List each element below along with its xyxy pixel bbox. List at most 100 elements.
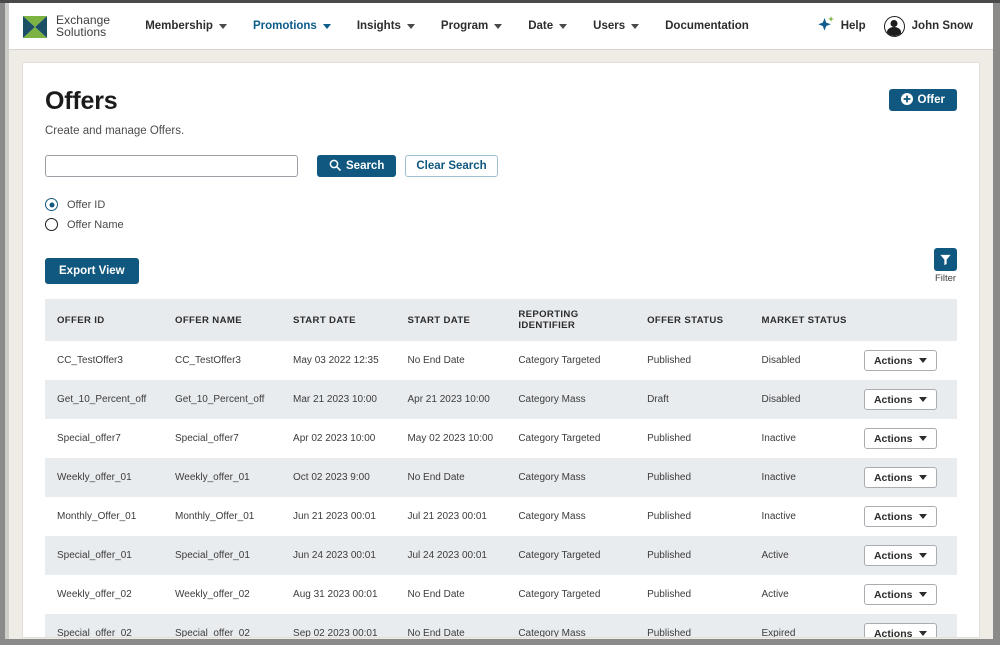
column-header-offer-status[interactable]: OFFER STATUS <box>635 299 749 341</box>
cell-actions: Actions <box>864 536 957 575</box>
cell-end-date: No End Date <box>395 458 506 497</box>
cell-reporting-identifier: Category Targeted <box>506 419 635 458</box>
cell-market-status: Inactive <box>750 458 864 497</box>
new-offer-button[interactable]: Offer <box>889 89 957 111</box>
actions-button-label: Actions <box>874 355 913 367</box>
nav-item-program[interactable]: Program <box>428 14 515 38</box>
plus-circle-icon <box>901 93 913 108</box>
column-header-offer-name[interactable]: OFFER NAME <box>163 299 281 341</box>
nav-item-label: Membership <box>145 20 213 32</box>
actions-button[interactable]: Actions <box>864 389 938 410</box>
cell-market-status: Expired <box>750 614 864 638</box>
nav-item-date[interactable]: Date <box>515 14 580 38</box>
user-menu[interactable]: John Snow <box>884 16 973 37</box>
export-view-button[interactable]: Export View <box>45 258 139 284</box>
radio-button-selected-icon[interactable] <box>45 198 58 211</box>
cell-offer-name: Weekly_offer_02 <box>163 575 281 614</box>
actions-button-label: Actions <box>874 433 913 445</box>
search-button[interactable]: Search <box>317 155 396 177</box>
cell-offer-status: Draft <box>635 380 749 419</box>
cell-end-date: No End Date <box>395 341 506 380</box>
nav-item-insights[interactable]: Insights <box>344 14 428 38</box>
chevron-down-icon <box>919 475 927 480</box>
table-row[interactable]: Get_10_Percent_offGet_10_Percent_offMar … <box>45 380 957 419</box>
column-header-offer-id[interactable]: OFFER ID <box>45 299 163 341</box>
nav-item-promotions[interactable]: Promotions <box>240 14 344 38</box>
cell-offer-name: Special_offer_01 <box>163 536 281 575</box>
actions-button[interactable]: Actions <box>864 350 938 371</box>
cell-end-date: Jul 24 2023 00:01 <box>395 536 506 575</box>
help-button[interactable]: Help <box>816 14 866 39</box>
main-menu: Membership Promotions Insights Program D… <box>132 14 762 38</box>
nav-item-label: Insights <box>357 20 401 32</box>
cell-offer-status: Published <box>635 614 749 638</box>
cell-offer-id: Special_offer7 <box>45 419 163 458</box>
actions-button-label: Actions <box>874 628 913 639</box>
cell-actions: Actions <box>864 380 957 419</box>
chevron-down-icon <box>919 358 927 363</box>
actions-button[interactable]: Actions <box>864 584 938 605</box>
radio-option-offer-name[interactable]: Offer Name <box>45 218 957 231</box>
user-avatar-icon <box>884 16 905 37</box>
radio-button-icon[interactable] <box>45 218 58 231</box>
chevron-down-icon <box>919 514 927 519</box>
cell-reporting-identifier: Category Targeted <box>506 341 635 380</box>
table-row[interactable]: Special_offer7Special_offer7Apr 02 2023 … <box>45 419 957 458</box>
chevron-down-icon <box>494 24 502 29</box>
table-toolbar: Export View Filter <box>45 248 957 284</box>
chevron-down-icon <box>219 24 227 29</box>
search-input[interactable] <box>45 155 298 177</box>
cell-actions: Actions <box>864 341 957 380</box>
nav-item-membership[interactable]: Membership <box>132 14 240 38</box>
help-label: Help <box>841 20 866 32</box>
table-row[interactable]: Special_offer_02Special_offer_02Sep 02 2… <box>45 614 957 638</box>
brand-logo[interactable]: Exchange Solutions <box>21 12 110 40</box>
funnel-icon <box>934 248 957 271</box>
table-row[interactable]: Weekly_offer_02Weekly_offer_02Aug 31 202… <box>45 575 957 614</box>
actions-button[interactable]: Actions <box>864 428 938 449</box>
nav-item-label: Date <box>528 20 553 32</box>
actions-button[interactable]: Actions <box>864 623 938 638</box>
export-view-label: Export View <box>59 265 125 277</box>
column-header-market-status[interactable]: MARKET STATUS <box>750 299 864 341</box>
table-row[interactable]: Special_offer_01Special_offer_01Jun 24 2… <box>45 536 957 575</box>
column-header-reporting-identifier[interactable]: REPORTING IDENTIFIER <box>506 299 635 341</box>
nav-item-label: Promotions <box>253 20 317 32</box>
cell-market-status: Inactive <box>750 497 864 536</box>
cell-start-date: Oct 02 2023 9:00 <box>281 458 395 497</box>
clear-search-button[interactable]: Clear Search <box>405 155 497 177</box>
chevron-down-icon <box>919 397 927 402</box>
cell-end-date: Jul 21 2023 00:01 <box>395 497 506 536</box>
navbar-right-section: Help John Snow <box>816 14 979 39</box>
column-header-end-date[interactable]: START DATE <box>395 299 506 341</box>
cell-start-date: Aug 31 2023 00:01 <box>281 575 395 614</box>
actions-button[interactable]: Actions <box>864 545 938 566</box>
brand-name: Exchange Solutions <box>56 14 110 39</box>
cell-offer-status: Published <box>635 419 749 458</box>
nav-item-label: Users <box>593 20 625 32</box>
sparkle-icon <box>816 14 836 39</box>
cell-start-date: May 03 2022 12:35 <box>281 341 395 380</box>
filter-button[interactable]: Filter <box>934 248 957 284</box>
cell-market-status: Disabled <box>750 341 864 380</box>
cell-offer-name: Special_offer_02 <box>163 614 281 638</box>
cell-offer-name: Monthly_Offer_01 <box>163 497 281 536</box>
top-navigation-bar: Exchange Solutions Membership Promotions… <box>9 3 993 50</box>
actions-button-label: Actions <box>874 472 913 484</box>
radio-option-offer-id[interactable]: Offer ID <box>45 198 957 211</box>
cell-offer-id: Special_offer_01 <box>45 536 163 575</box>
nav-item-documentation[interactable]: Documentation <box>652 14 762 38</box>
cell-market-status: Disabled <box>750 380 864 419</box>
table-row[interactable]: Monthly_Offer_01Monthly_Offer_01Jun 21 2… <box>45 497 957 536</box>
table-row[interactable]: Weekly_offer_01Weekly_offer_01Oct 02 202… <box>45 458 957 497</box>
cell-market-status: Active <box>750 536 864 575</box>
cell-offer-status: Published <box>635 536 749 575</box>
nav-item-users[interactable]: Users <box>580 14 652 38</box>
actions-button[interactable]: Actions <box>864 506 938 527</box>
search-icon <box>329 159 341 174</box>
actions-button[interactable]: Actions <box>864 467 938 488</box>
table-header-row: OFFER ID OFFER NAME START DATE START DAT… <box>45 299 957 341</box>
radio-label: Offer Name <box>67 219 124 231</box>
table-row[interactable]: CC_TestOffer3CC_TestOffer3May 03 2022 12… <box>45 341 957 380</box>
column-header-start-date[interactable]: START DATE <box>281 299 395 341</box>
